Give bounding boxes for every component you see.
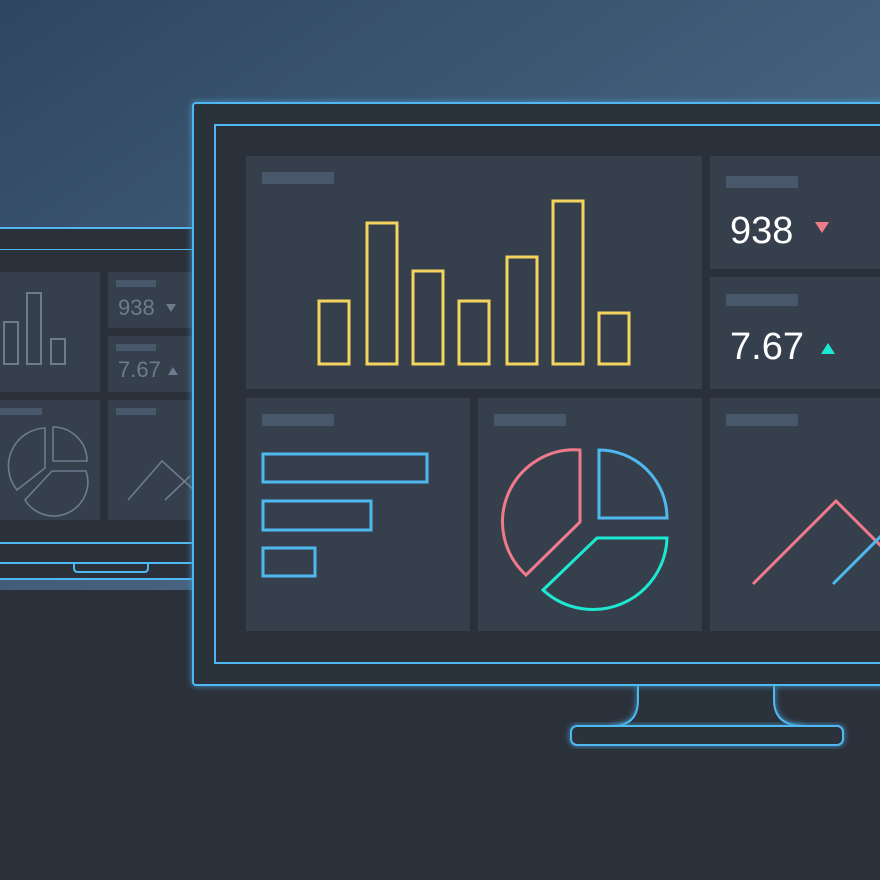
- panel-title-placeholder: [726, 176, 798, 188]
- panel-title-placeholder: [494, 414, 566, 426]
- panel-bar-chart: [246, 398, 470, 631]
- laptop-panel-line: [108, 400, 195, 520]
- metric-value-2: 7.67: [730, 326, 804, 368]
- laptop-lid: [0, 227, 196, 251]
- laptop-panel-pie: [0, 400, 100, 520]
- monitor-stand-base: [570, 725, 844, 746]
- dashboard-illustration: [0, 0, 880, 880]
- panel-title-placeholder: [262, 172, 334, 184]
- laptop-panel-columns: [0, 272, 100, 392]
- panel-line-chart: [710, 398, 880, 631]
- background-laptop: [0, 227, 196, 580]
- panel-title-placeholder: [726, 414, 798, 426]
- panel-column-chart: [246, 156, 702, 389]
- laptop-placeholder: [116, 408, 156, 415]
- laptop-placeholder: [116, 344, 156, 351]
- laptop-placeholder: [116, 280, 156, 287]
- laptop-placeholder: [0, 408, 42, 415]
- metric-value-1: 938: [730, 210, 794, 252]
- panel-title-placeholder: [262, 414, 334, 426]
- panel-title-placeholder: [726, 294, 798, 306]
- laptop-metric-value-1: 938: [118, 295, 155, 320]
- laptop-metric-value-2: 7.67: [118, 357, 161, 382]
- laptop-base: [0, 542, 196, 564]
